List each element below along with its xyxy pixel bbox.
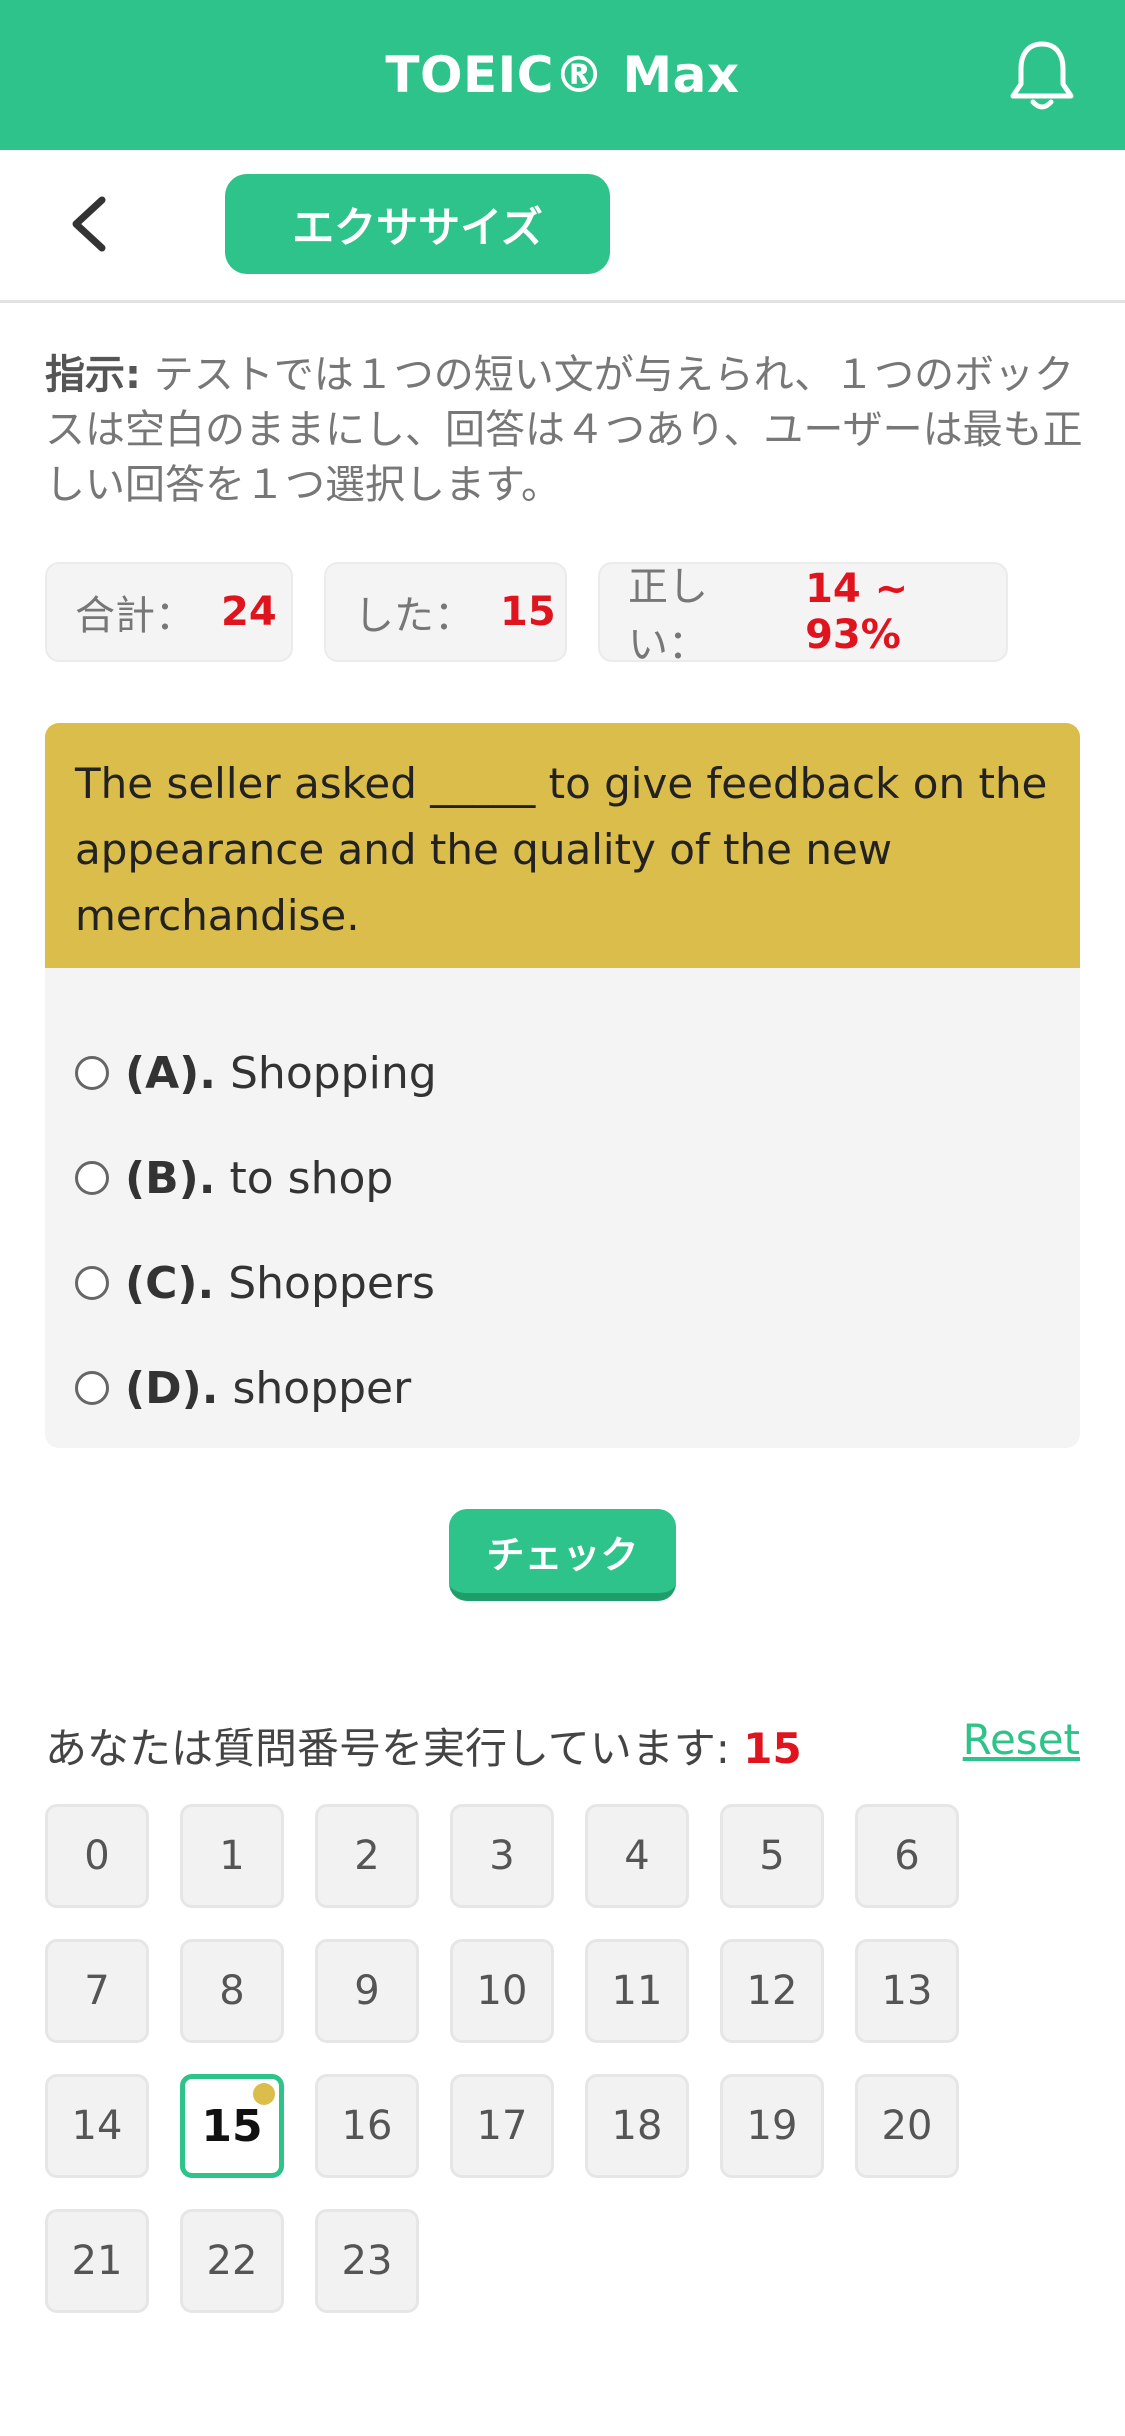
reset-link[interactable]: Reset xyxy=(963,1715,1080,1764)
stat-done-value: 15 xyxy=(500,589,556,635)
progress-current: 15 xyxy=(743,1724,802,1773)
radio-icon[interactable] xyxy=(75,1371,109,1405)
question-number-5[interactable]: 5 xyxy=(720,1804,824,1908)
question-number-11[interactable]: 11 xyxy=(585,1939,689,2043)
instructions-label: 指示: xyxy=(45,352,141,398)
option-d[interactable]: (D). shopper xyxy=(75,1353,411,1423)
stat-done: した： 15 xyxy=(324,562,567,662)
question-number-10[interactable]: 10 xyxy=(450,1939,554,2043)
tab-exercise[interactable]: エクササイズ xyxy=(225,174,610,274)
stat-total-value: 24 xyxy=(221,589,277,635)
question-number-23[interactable]: 23 xyxy=(315,2209,419,2313)
stat-total: 合計： 24 xyxy=(45,562,293,662)
instructions: 指示: テストでは１つの短い文が与えられ、１つのボックスは空白のままにし、回答は… xyxy=(45,348,1085,513)
question-number-14[interactable]: 14 xyxy=(45,2074,149,2178)
question-number-18[interactable]: 18 xyxy=(585,2074,689,2178)
question-number-22[interactable]: 22 xyxy=(180,2209,284,2313)
question-number-12[interactable]: 12 xyxy=(720,1939,824,2043)
option-key: (D). xyxy=(125,1362,219,1414)
question-number-1[interactable]: 1 xyxy=(180,1804,284,1908)
question-number-20[interactable]: 20 xyxy=(855,2074,959,2178)
question-number-17[interactable]: 17 xyxy=(450,2074,554,2178)
option-key: (C). xyxy=(125,1257,215,1309)
sub-navigation: エクササイズ xyxy=(0,150,1125,303)
question-number-15-current[interactable]: 15 xyxy=(180,2074,284,2178)
option-a[interactable]: (A). Shopping xyxy=(75,1038,437,1108)
app-header: TOEIC® Max xyxy=(0,0,1125,150)
app-title: TOEIC® Max xyxy=(385,46,740,104)
question-number-8[interactable]: 8 xyxy=(180,1939,284,2043)
check-button[interactable]: チェック xyxy=(449,1509,676,1601)
option-text: Shoppers xyxy=(228,1257,435,1309)
question-number-7[interactable]: 7 xyxy=(45,1939,149,2043)
progress-text: あなたは質問番号を実行しています: 15 xyxy=(45,1715,802,1776)
option-text: to shop xyxy=(229,1152,394,1204)
bell-icon[interactable] xyxy=(1007,38,1077,112)
answer-options: (A). Shopping (B). to shop (C). Shoppers… xyxy=(45,968,1080,1448)
option-c[interactable]: (C). Shoppers xyxy=(75,1248,435,1318)
option-b[interactable]: (B). to shop xyxy=(75,1143,393,1213)
current-number-label: 15 xyxy=(201,2100,263,2152)
question-text: The seller asked _____ to give feedback … xyxy=(45,723,1080,968)
question-number-6[interactable]: 6 xyxy=(855,1804,959,1908)
stat-total-label: 合計： xyxy=(75,593,195,639)
stat-done-label: した： xyxy=(354,593,474,639)
radio-icon[interactable] xyxy=(75,1266,109,1300)
question-number-19[interactable]: 19 xyxy=(720,2074,824,2178)
progress-label: あなたは質問番号を実行しています: xyxy=(45,1724,730,1773)
radio-icon[interactable] xyxy=(75,1161,109,1195)
question-number-21[interactable]: 21 xyxy=(45,2209,149,2313)
stat-correct: 正しい： 14 ~ 93% xyxy=(598,562,1008,668)
question-number-2[interactable]: 2 xyxy=(315,1804,419,1908)
question-number-16[interactable]: 16 xyxy=(315,2074,419,2178)
question-number-4[interactable]: 4 xyxy=(585,1804,689,1908)
option-text: shopper xyxy=(232,1362,412,1414)
status-dot xyxy=(253,2083,275,2105)
stat-correct-label: 正しい： xyxy=(628,564,708,668)
instructions-text: テストでは１つの短い文が与えられ、１つのボックスは空白のままにし、回答は４つあり… xyxy=(45,352,1083,508)
option-text: Shopping xyxy=(230,1047,437,1099)
question-number-9[interactable]: 9 xyxy=(315,1939,419,2043)
option-key: (A). xyxy=(125,1047,216,1099)
stat-correct-value: 14 ~ 93% xyxy=(805,566,909,658)
question-number-13[interactable]: 13 xyxy=(855,1939,959,2043)
option-key: (B). xyxy=(125,1152,216,1204)
question-number-3[interactable]: 3 xyxy=(450,1804,554,1908)
question-number-0[interactable]: 0 xyxy=(45,1804,149,1908)
back-arrow-icon[interactable] xyxy=(62,194,122,254)
radio-icon[interactable] xyxy=(75,1056,109,1090)
